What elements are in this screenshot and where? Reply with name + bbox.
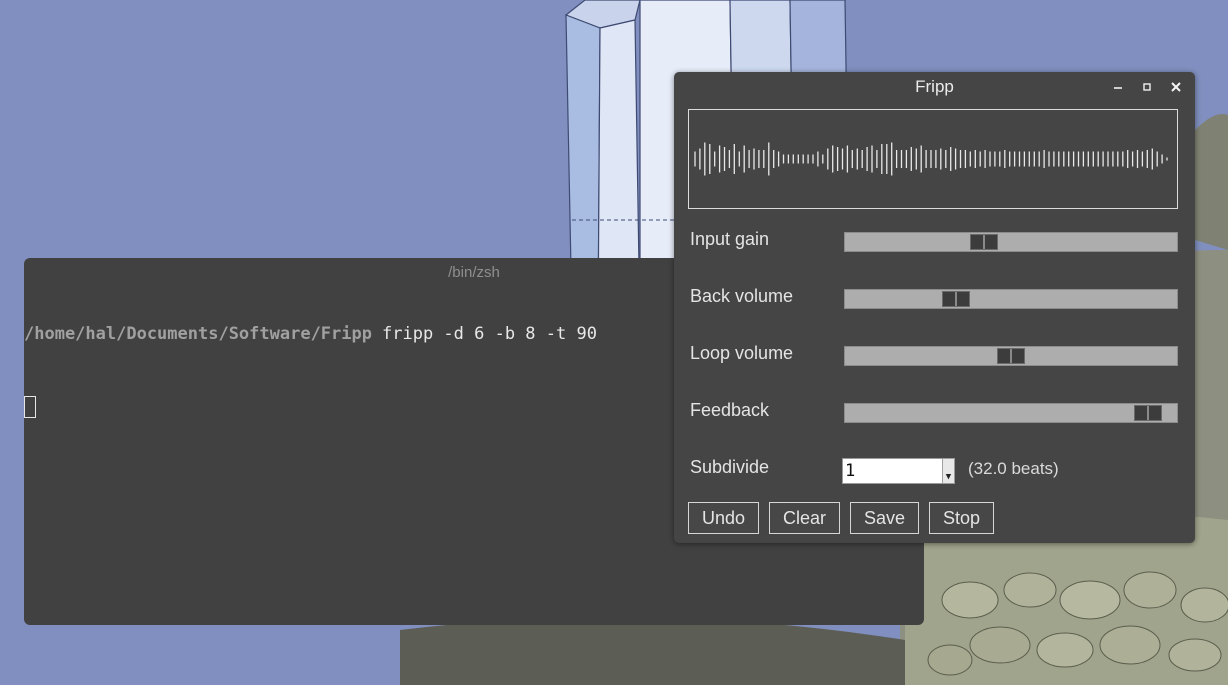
back-volume-label: Back volume: [690, 286, 794, 306]
subdivide-label: Subdivide: [690, 457, 770, 477]
feedback-label: Feedback: [690, 400, 770, 420]
close-icon[interactable]: [1167, 78, 1185, 96]
beats-readout: (32.0 beats): [968, 459, 1059, 478]
subdivide-select[interactable]: 1 ▼: [842, 458, 955, 484]
save-button[interactable]: Save: [850, 502, 919, 534]
undo-button[interactable]: Undo: [688, 502, 759, 534]
fripp-window[interactable]: Fripp Input gain Back volume Loop volume…: [674, 72, 1195, 543]
prompt-path: /home/hal/Documents/Software/Fripp: [24, 324, 372, 344]
input-gain-label: Input gain: [690, 229, 770, 249]
slider-thumb[interactable]: [942, 291, 970, 307]
command-text: fripp -d 6 -b 8 -t 90: [382, 324, 597, 344]
stop-button[interactable]: Stop: [929, 502, 994, 534]
slider-thumb[interactable]: [970, 234, 998, 250]
terminal-cursor: [24, 396, 36, 418]
input-gain-slider[interactable]: [844, 232, 1178, 252]
slider-thumb[interactable]: [997, 348, 1025, 364]
clear-button[interactable]: Clear: [769, 502, 840, 534]
loop-volume-label: Loop volume: [690, 343, 794, 363]
feedback-slider[interactable]: [844, 403, 1178, 423]
loop-volume-slider[interactable]: [844, 346, 1178, 366]
subdivide-value: 1: [845, 461, 856, 481]
slider-thumb[interactable]: [1134, 405, 1162, 421]
back-volume-slider[interactable]: [844, 289, 1178, 309]
chevron-down-icon[interactable]: ▼: [942, 459, 954, 483]
waveform-display: [688, 109, 1178, 209]
maximize-icon[interactable]: [1138, 78, 1156, 96]
minimize-icon[interactable]: [1109, 78, 1127, 96]
